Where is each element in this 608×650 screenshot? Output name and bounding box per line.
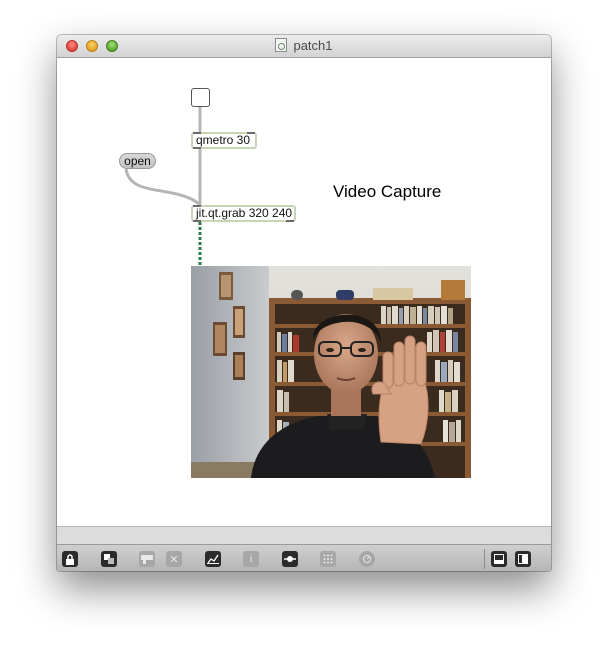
- patch-canvas[interactable]: qmetro 30 open jit.qt.grab 320 240 Video…: [57, 58, 551, 526]
- lock-icon[interactable]: [62, 551, 78, 567]
- window-title: patch1: [293, 38, 333, 53]
- inspector-icon[interactable]: i: [243, 551, 259, 567]
- outlet-left[interactable]: [193, 220, 201, 222]
- clear-icon[interactable]: ✕: [166, 551, 182, 567]
- presentation-icon[interactable]: [101, 551, 117, 567]
- qmetro-label: qmetro 30: [196, 133, 251, 147]
- webcam-frame-image: [191, 266, 471, 478]
- patcher-window: patch1 qmetro 30 open jit.qt.grab 320 24…: [57, 35, 551, 571]
- toolbar-separator: [484, 549, 485, 569]
- inlet-left[interactable]: [193, 132, 201, 134]
- video-display: [191, 266, 471, 478]
- cord-open-to-grab: [124, 168, 202, 207]
- qmetro-object[interactable]: qmetro 30: [191, 132, 257, 149]
- split-bottom-icon[interactable]: [491, 551, 507, 567]
- toggle-button[interactable]: [191, 88, 210, 107]
- split-right-icon[interactable]: [515, 551, 531, 567]
- outlet-left[interactable]: [193, 147, 201, 149]
- grid-icon[interactable]: [320, 551, 336, 567]
- connect-icon[interactable]: [282, 551, 298, 567]
- outlet-right[interactable]: [286, 220, 294, 222]
- title-bar[interactable]: patch1: [57, 35, 551, 58]
- dial-icon[interactable]: [359, 551, 375, 567]
- toolbar-spacer: [57, 526, 551, 545]
- grab-label: jit.qt.grab 320 240: [196, 206, 293, 220]
- comments-icon[interactable]: [139, 551, 155, 567]
- jit-qt-grab-object[interactable]: jit.qt.grab 320 240: [191, 205, 296, 222]
- patcher-toolbar: ✕ i: [57, 544, 551, 571]
- video-capture-comment: Video Capture: [333, 182, 442, 201]
- inlet-left[interactable]: [193, 205, 201, 207]
- open-message-label: open: [124, 154, 151, 168]
- inlet-right[interactable]: [247, 132, 255, 134]
- document-icon: [275, 38, 288, 52]
- grid-snap-icon[interactable]: [205, 551, 221, 567]
- open-message-box[interactable]: open: [119, 153, 156, 169]
